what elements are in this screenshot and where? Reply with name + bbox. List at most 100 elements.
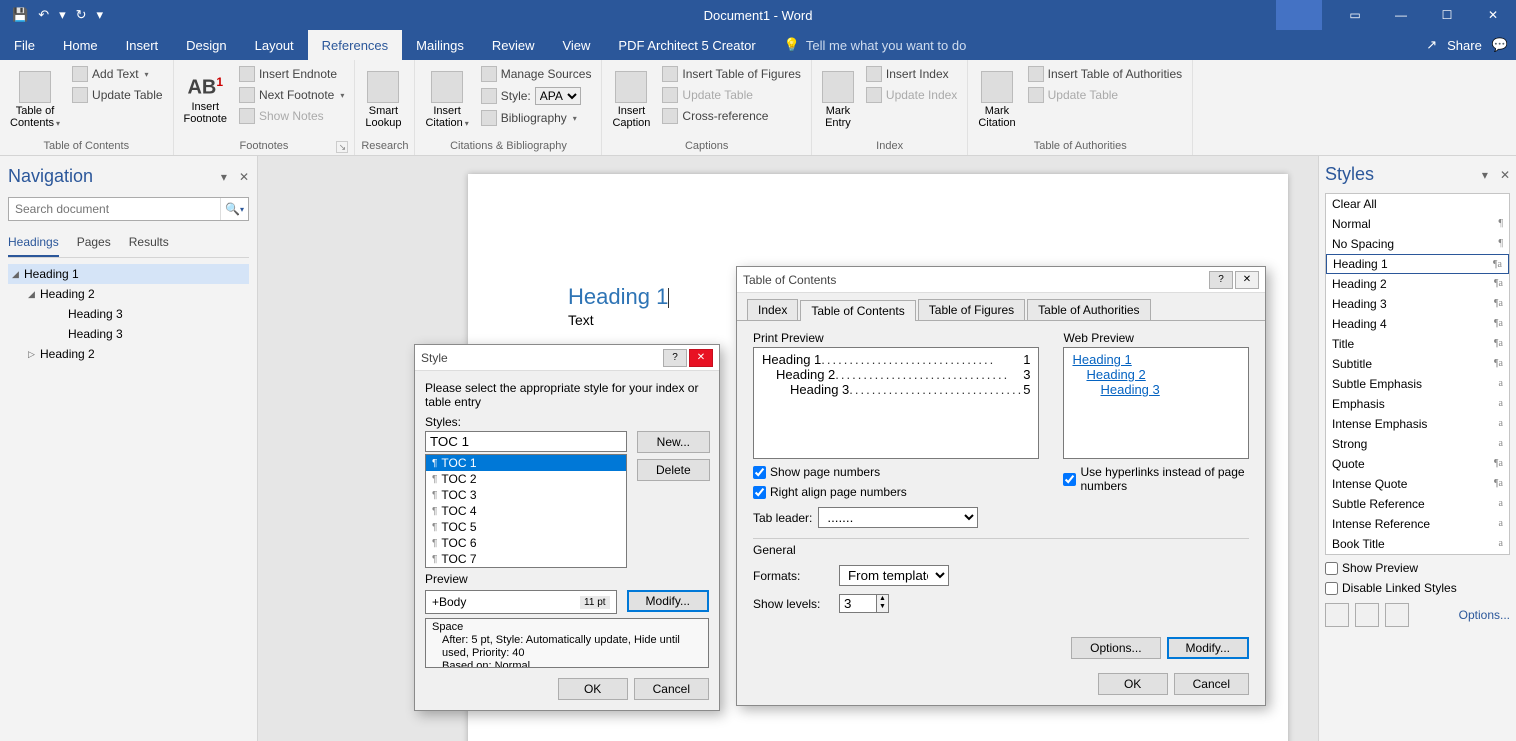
list-item[interactable]: ¶TOC 6 <box>426 535 626 551</box>
undo-icon[interactable]: ↶ <box>38 7 49 23</box>
tab-references[interactable]: References <box>308 30 402 60</box>
tab-view[interactable]: View <box>548 30 604 60</box>
preview-link[interactable]: Heading 3 <box>1072 382 1240 397</box>
search-button[interactable]: 🔍▾ <box>220 198 248 220</box>
style-item[interactable]: Book Titlea <box>1326 534 1509 554</box>
list-item[interactable]: ¶TOC 5 <box>426 519 626 535</box>
list-item[interactable]: ¶TOC 1 <box>426 455 626 471</box>
tell-me[interactable]: 💡 Tell me what you want to do <box>770 30 981 60</box>
save-icon[interactable]: 💾 <box>12 7 28 23</box>
toc-tab-toa[interactable]: Table of Authorities <box>1027 299 1150 320</box>
update-toa-button[interactable]: Update Table <box>1024 85 1187 105</box>
expand-icon[interactable]: ◢ <box>12 269 24 280</box>
styles-options-link[interactable]: Options... <box>1459 608 1510 622</box>
insert-endnote-button[interactable]: Insert Endnote <box>235 64 348 84</box>
style-item[interactable]: Normal¶ <box>1326 214 1509 234</box>
update-tof-button[interactable]: Update Table <box>658 85 805 105</box>
nav-item[interactable]: ◢Heading 1 <box>8 264 249 284</box>
nav-dropdown-icon[interactable]: ▾ <box>221 170 227 184</box>
nav-close-icon[interactable]: ✕ <box>239 170 249 184</box>
insert-tof-button[interactable]: Insert Table of Figures <box>658 64 805 84</box>
style-dialog-help-icon[interactable]: ? <box>663 349 687 367</box>
manage-styles-button[interactable] <box>1385 603 1409 627</box>
search-input[interactable] <box>9 198 220 220</box>
style-item[interactable]: Title¶a <box>1326 334 1509 354</box>
expand-icon[interactable]: ▷ <box>28 349 40 360</box>
style-item[interactable]: No Spacing¶ <box>1326 234 1509 254</box>
footnotes-launcher[interactable]: ↘ <box>336 141 348 153</box>
tab-file[interactable]: File <box>0 30 49 60</box>
redo-icon[interactable]: ↻ <box>76 7 87 23</box>
list-item[interactable]: ¶TOC 2 <box>426 471 626 487</box>
new-button[interactable]: New... <box>637 431 710 453</box>
show-notes-button[interactable]: Show Notes <box>235 106 348 126</box>
manage-sources-button[interactable]: Manage Sources <box>477 64 596 84</box>
comments-icon[interactable]: 💬 <box>1492 37 1508 53</box>
disable-linked-checkbox[interactable]: Disable Linked Styles <box>1325 581 1510 595</box>
tab-mailings[interactable]: Mailings <box>402 30 478 60</box>
formats-select[interactable]: From template <box>839 565 949 586</box>
share-button[interactable]: Share <box>1447 38 1482 53</box>
style-item[interactable]: Intense Emphasisa <box>1326 414 1509 434</box>
tab-insert[interactable]: Insert <box>112 30 173 60</box>
smart-lookup-button[interactable]: Smart Lookup <box>361 62 405 138</box>
style-item[interactable]: Heading 2¶a <box>1326 274 1509 294</box>
mark-entry-button[interactable]: Mark Entry <box>818 62 858 138</box>
cancel-button[interactable]: Cancel <box>634 678 709 700</box>
show-preview-checkbox[interactable]: Show Preview <box>1325 561 1510 575</box>
list-item[interactable]: ¶TOC 7 <box>426 551 626 567</box>
style-listbox[interactable]: ¶TOC 1¶TOC 2¶TOC 3¶TOC 4¶TOC 5¶TOC 6¶TOC… <box>425 454 627 568</box>
tab-pdf-architect[interactable]: PDF Architect 5 Creator <box>604 30 769 60</box>
tab-design[interactable]: Design <box>172 30 240 60</box>
tab-layout[interactable]: Layout <box>241 30 308 60</box>
use-hyperlinks-checkbox[interactable]: Use hyperlinks instead of page numbers <box>1063 465 1249 493</box>
toc-ok-button[interactable]: OK <box>1098 673 1168 695</box>
list-item[interactable]: ¶TOC 4 <box>426 503 626 519</box>
style-item[interactable]: Quote¶a <box>1326 454 1509 474</box>
close-button[interactable]: ✕ <box>1470 0 1516 30</box>
toc-tab-index[interactable]: Index <box>747 299 798 320</box>
list-item[interactable]: ¶TOC 8 <box>426 567 626 568</box>
nav-item[interactable]: Heading 3 <box>8 324 249 344</box>
maximize-button[interactable]: ☐ <box>1424 0 1470 30</box>
expand-icon[interactable]: ◢ <box>28 289 40 300</box>
add-text-button[interactable]: Add Text <box>68 64 167 84</box>
next-footnote-button[interactable]: Next Footnote <box>235 85 348 105</box>
preview-link[interactable]: Heading 1 <box>1072 352 1240 367</box>
ok-button[interactable]: OK <box>558 678 628 700</box>
show-page-numbers-checkbox[interactable]: Show page numbers <box>753 465 1039 479</box>
styles-dropdown-icon[interactable]: ▾ <box>1482 168 1488 182</box>
style-item[interactable]: Heading 3¶a <box>1326 294 1509 314</box>
style-name-input[interactable] <box>425 431 627 452</box>
style-item[interactable]: Heading 4¶a <box>1326 314 1509 334</box>
nav-tab-headings[interactable]: Headings <box>8 231 59 257</box>
delete-button[interactable]: Delete <box>637 459 710 481</box>
style-dialog-close-icon[interactable]: ✕ <box>689 349 713 367</box>
show-levels-input[interactable] <box>840 595 876 612</box>
style-item[interactable]: Intense Referencea <box>1326 514 1509 534</box>
update-table-button[interactable]: Update Table <box>68 85 167 105</box>
toc-cancel-button[interactable]: Cancel <box>1174 673 1249 695</box>
toc-options-button[interactable]: Options... <box>1071 637 1160 659</box>
insert-index-button[interactable]: Insert Index <box>862 64 961 84</box>
share-icon[interactable]: ↗ <box>1426 37 1437 53</box>
tab-review[interactable]: Review <box>478 30 549 60</box>
style-inspector-button[interactable] <box>1355 603 1379 627</box>
qat-customize-icon[interactable]: ▾ <box>97 7 104 23</box>
toc-tab-toc[interactable]: Table of Contents <box>800 300 915 321</box>
toc-modify-button[interactable]: Modify... <box>1167 637 1249 659</box>
qat-more-icon[interactable]: ▾ <box>59 7 66 23</box>
styles-close-icon[interactable]: ✕ <box>1500 168 1510 182</box>
style-item[interactable]: Subtitle¶a <box>1326 354 1509 374</box>
nav-tab-pages[interactable]: Pages <box>77 231 111 257</box>
citation-style-select[interactable]: Style: APA <box>477 85 596 107</box>
preview-link[interactable]: Heading 2 <box>1072 367 1240 382</box>
toc-dialog-close-icon[interactable]: ✕ <box>1235 271 1259 289</box>
citation-style-dropdown[interactable]: APA <box>535 87 581 105</box>
style-item[interactable]: Clear All <box>1326 194 1509 214</box>
tab-home[interactable]: Home <box>49 30 112 60</box>
toc-dialog-help-icon[interactable]: ? <box>1209 271 1233 289</box>
insert-footnote-button[interactable]: AB1 Insert Footnote <box>180 62 231 138</box>
insert-citation-button[interactable]: Insert Citation <box>421 62 472 138</box>
user-account[interactable] <box>1276 0 1322 30</box>
